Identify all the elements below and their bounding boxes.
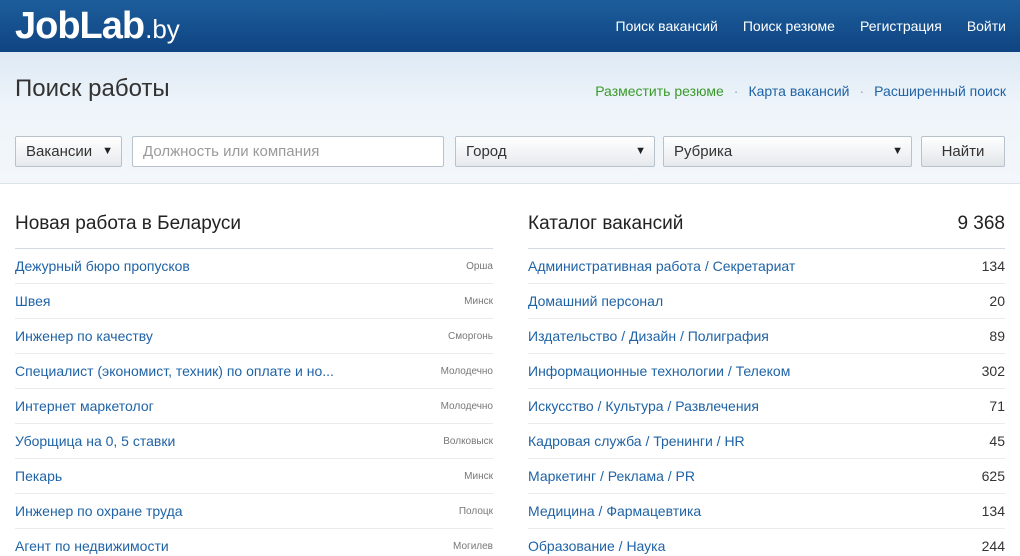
job-city: Минск <box>464 470 493 482</box>
link-separator: · <box>733 83 739 99</box>
chevron-down-icon: ▼ <box>635 145 646 157</box>
job-title-link[interactable]: Интернет маркетолог <box>15 398 154 414</box>
search-submit-label: Найти <box>941 143 985 160</box>
nav-vacancy-search[interactable]: Поиск вакансий <box>616 18 718 34</box>
job-city: Орша <box>466 260 493 272</box>
category-link[interactable]: Медицина / Фармацевтика <box>528 503 701 519</box>
category-link[interactable]: Информационные технологии / Телеком <box>528 363 790 379</box>
catalog-row: Кадровая служба / Тренинги / HR 45 <box>528 424 1005 459</box>
category-count: 134 <box>981 258 1005 274</box>
new-jobs-heading: Новая работа в Беларуси <box>15 213 241 234</box>
catalog-row: Образование / Наука 244 <box>528 529 1005 556</box>
category-link[interactable]: Административная работа / Секретариат <box>528 258 795 274</box>
category-link[interactable]: Домашний персонал <box>528 293 663 309</box>
job-city: Молодечно <box>440 400 493 412</box>
catalog-row: Домашний персонал 20 <box>528 284 1005 319</box>
catalog-heading: Каталог вакансий <box>528 213 684 234</box>
catalog-row: Информационные технологии / Телеком 302 <box>528 354 1005 389</box>
job-row: Специалист (экономист, техник) по оплате… <box>15 354 493 389</box>
page-title: Поиск работы <box>15 75 170 102</box>
top-navigation: Поиск вакансий Поиск резюме Регистрация … <box>591 0 1007 52</box>
catalog-row: Издательство / Дизайн / Полиграфия 89 <box>528 319 1005 354</box>
catalog-row: Искусство / Культура / Развлечения 71 <box>528 389 1005 424</box>
chevron-down-icon: ▼ <box>102 145 113 157</box>
job-row: Уборщица на 0, 5 ставки Волковыск <box>15 424 493 459</box>
category-link[interactable]: Кадровая служба / Тренинги / HR <box>528 433 745 449</box>
city-select[interactable]: Город ▼ <box>455 136 655 167</box>
catalog-total-count: 9 368 <box>957 213 1005 234</box>
category-count: 134 <box>981 503 1005 519</box>
job-city: Минск <box>464 295 493 307</box>
job-title-link[interactable]: Специалист (экономист, техник) по оплате… <box>15 363 334 379</box>
job-title-link[interactable]: Инженер по качеству <box>15 328 153 344</box>
top-header: JobLab .by Поиск вакансий Поиск резюме Р… <box>0 0 1020 52</box>
search-query-placeholder: Должность или компания <box>143 143 320 160</box>
job-title-link[interactable]: Швея <box>15 293 50 309</box>
logo-main-text: JobLab <box>15 5 145 47</box>
link-separator: · <box>859 83 865 99</box>
advanced-search-link[interactable]: Расширенный поиск <box>874 83 1006 99</box>
search-query-input[interactable]: Должность или компания <box>132 136 444 167</box>
job-city: Сморгонь <box>448 330 493 342</box>
job-row: Дежурный бюро пропусков Орша <box>15 249 493 284</box>
catalog-row: Медицина / Фармацевтика 134 <box>528 494 1005 529</box>
job-city: Могилев <box>453 540 493 552</box>
category-link[interactable]: Искусство / Культура / Развлечения <box>528 398 759 414</box>
job-row: Швея Минск <box>15 284 493 319</box>
vacancy-map-link[interactable]: Карта вакансий <box>748 83 849 99</box>
new-jobs-list: Дежурный бюро пропусков Орша Швея Минск … <box>15 249 493 556</box>
job-row: Агент по недвижимости Могилев <box>15 529 493 556</box>
category-count: 20 <box>989 293 1005 309</box>
job-row: Инженер по качеству Сморгонь <box>15 319 493 354</box>
rubric-select-value: Рубрика <box>674 143 733 160</box>
category-link[interactable]: Образование / Наука <box>528 538 665 554</box>
city-select-value: Город <box>466 143 507 160</box>
site-logo[interactable]: JobLab .by <box>15 2 180 50</box>
category-link[interactable]: Издательство / Дизайн / Полиграфия <box>528 328 769 344</box>
job-title-link[interactable]: Агент по недвижимости <box>15 538 169 554</box>
job-title-link[interactable]: Инженер по охране труда <box>15 503 183 519</box>
post-resume-link[interactable]: Разместить резюме <box>595 83 724 99</box>
category-count: 71 <box>989 398 1005 414</box>
category-count: 625 <box>981 468 1005 484</box>
nav-registration[interactable]: Регистрация <box>860 18 942 34</box>
job-title-link[interactable]: Пекарь <box>15 468 62 484</box>
secondary-links: Разместить резюме · Карта вакансий · Рас… <box>595 83 1006 99</box>
nav-login[interactable]: Войти <box>967 18 1006 34</box>
job-city: Полоцк <box>458 505 493 517</box>
job-row: Интернет маркетолог Молодечно <box>15 389 493 424</box>
catalog-row: Административная работа / Секретариат 13… <box>528 249 1005 284</box>
job-title-link[interactable]: Уборщица на 0, 5 ставки <box>15 433 175 449</box>
search-type-select[interactable]: Вакансии ▼ <box>15 136 122 167</box>
job-city: Молодечно <box>440 365 493 377</box>
chevron-down-icon: ▼ <box>892 145 903 157</box>
search-submit-button[interactable]: Найти <box>921 136 1005 167</box>
category-count: 302 <box>981 363 1005 379</box>
category-link[interactable]: Маркетинг / Реклама / PR <box>528 468 695 484</box>
job-city: Волковыск <box>443 435 493 447</box>
category-count: 244 <box>981 538 1005 554</box>
search-type-value: Вакансии <box>26 143 93 160</box>
catalog-list: Административная работа / Секретариат 13… <box>528 249 1005 556</box>
job-row: Пекарь Минск <box>15 459 493 494</box>
rubric-select[interactable]: Рубрика ▼ <box>663 136 912 167</box>
logo-domain-text: .by <box>145 14 180 44</box>
category-count: 45 <box>989 433 1005 449</box>
job-title-link[interactable]: Дежурный бюро пропусков <box>15 258 190 274</box>
catalog-row: Маркетинг / Реклама / PR 625 <box>528 459 1005 494</box>
category-count: 89 <box>989 328 1005 344</box>
nav-resume-search[interactable]: Поиск резюме <box>743 18 835 34</box>
job-row: Инженер по охране труда Полоцк <box>15 494 493 529</box>
